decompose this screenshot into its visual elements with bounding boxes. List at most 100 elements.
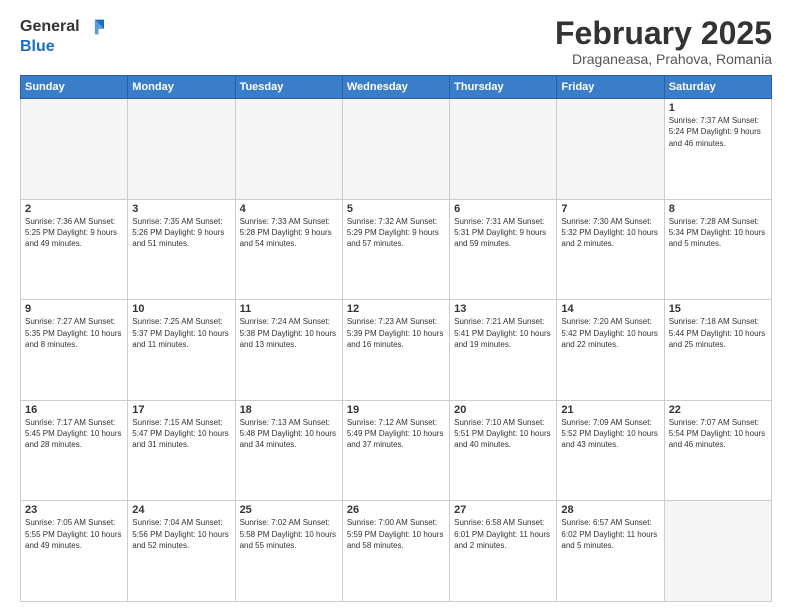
- day-info: Sunrise: 7:33 AM Sunset: 5:28 PM Dayligh…: [240, 216, 338, 250]
- calendar-cell: 25Sunrise: 7:02 AM Sunset: 5:58 PM Dayli…: [235, 501, 342, 602]
- logo-icon: [82, 16, 104, 38]
- calendar-cell: 2Sunrise: 7:36 AM Sunset: 5:25 PM Daylig…: [21, 199, 128, 300]
- day-info: Sunrise: 6:58 AM Sunset: 6:01 PM Dayligh…: [454, 517, 552, 551]
- calendar-cell: 10Sunrise: 7:25 AM Sunset: 5:37 PM Dayli…: [128, 300, 235, 401]
- day-number: 23: [25, 504, 123, 516]
- day-info: Sunrise: 7:09 AM Sunset: 5:52 PM Dayligh…: [561, 417, 659, 451]
- day-number: 8: [669, 203, 767, 215]
- header-sunday: Sunday: [21, 76, 128, 99]
- calendar-cell: 13Sunrise: 7:21 AM Sunset: 5:41 PM Dayli…: [450, 300, 557, 401]
- calendar-cell: 28Sunrise: 6:57 AM Sunset: 6:02 PM Dayli…: [557, 501, 664, 602]
- calendar-cell: 12Sunrise: 7:23 AM Sunset: 5:39 PM Dayli…: [342, 300, 449, 401]
- day-number: 21: [561, 404, 659, 416]
- day-number: 9: [25, 303, 123, 315]
- logo: General: [20, 16, 104, 38]
- day-number: 20: [454, 404, 552, 416]
- calendar-cell: 17Sunrise: 7:15 AM Sunset: 5:47 PM Dayli…: [128, 400, 235, 501]
- calendar-cell: [128, 99, 235, 200]
- calendar-cell: 6Sunrise: 7:31 AM Sunset: 5:31 PM Daylig…: [450, 199, 557, 300]
- day-info: Sunrise: 7:31 AM Sunset: 5:31 PM Dayligh…: [454, 216, 552, 250]
- day-number: 12: [347, 303, 445, 315]
- day-info: Sunrise: 7:20 AM Sunset: 5:42 PM Dayligh…: [561, 316, 659, 350]
- calendar-cell: 23Sunrise: 7:05 AM Sunset: 5:55 PM Dayli…: [21, 501, 128, 602]
- calendar-cell: 27Sunrise: 6:58 AM Sunset: 6:01 PM Dayli…: [450, 501, 557, 602]
- calendar-week-2: 9Sunrise: 7:27 AM Sunset: 5:35 PM Daylig…: [21, 300, 772, 401]
- day-number: 4: [240, 203, 338, 215]
- calendar-cell: 4Sunrise: 7:33 AM Sunset: 5:28 PM Daylig…: [235, 199, 342, 300]
- logo-blue: Blue: [20, 38, 55, 56]
- logo-general: General: [20, 18, 80, 36]
- day-info: Sunrise: 7:07 AM Sunset: 5:54 PM Dayligh…: [669, 417, 767, 451]
- calendar-cell: [664, 501, 771, 602]
- day-number: 15: [669, 303, 767, 315]
- day-number: 13: [454, 303, 552, 315]
- day-number: 18: [240, 404, 338, 416]
- calendar-cell: 24Sunrise: 7:04 AM Sunset: 5:56 PM Dayli…: [128, 501, 235, 602]
- day-info: Sunrise: 7:23 AM Sunset: 5:39 PM Dayligh…: [347, 316, 445, 350]
- calendar-cell: 19Sunrise: 7:12 AM Sunset: 5:49 PM Dayli…: [342, 400, 449, 501]
- calendar-cell: 5Sunrise: 7:32 AM Sunset: 5:29 PM Daylig…: [342, 199, 449, 300]
- day-info: Sunrise: 7:00 AM Sunset: 5:59 PM Dayligh…: [347, 517, 445, 551]
- day-number: 16: [25, 404, 123, 416]
- day-info: Sunrise: 7:21 AM Sunset: 5:41 PM Dayligh…: [454, 316, 552, 350]
- calendar-week-4: 23Sunrise: 7:05 AM Sunset: 5:55 PM Dayli…: [21, 501, 772, 602]
- day-info: Sunrise: 7:25 AM Sunset: 5:37 PM Dayligh…: [132, 316, 230, 350]
- day-number: 14: [561, 303, 659, 315]
- calendar-cell: [450, 99, 557, 200]
- day-info: Sunrise: 7:24 AM Sunset: 5:38 PM Dayligh…: [240, 316, 338, 350]
- day-number: 17: [132, 404, 230, 416]
- day-number: 27: [454, 504, 552, 516]
- day-number: 26: [347, 504, 445, 516]
- day-info: Sunrise: 7:05 AM Sunset: 5:55 PM Dayligh…: [25, 517, 123, 551]
- calendar-cell: 22Sunrise: 7:07 AM Sunset: 5:54 PM Dayli…: [664, 400, 771, 501]
- day-info: Sunrise: 7:18 AM Sunset: 5:44 PM Dayligh…: [669, 316, 767, 350]
- day-number: 11: [240, 303, 338, 315]
- day-number: 6: [454, 203, 552, 215]
- calendar-cell: 7Sunrise: 7:30 AM Sunset: 5:32 PM Daylig…: [557, 199, 664, 300]
- header: General Blue February 2025 Draganeasa, P…: [20, 16, 772, 67]
- calendar-cell: 14Sunrise: 7:20 AM Sunset: 5:42 PM Dayli…: [557, 300, 664, 401]
- day-info: Sunrise: 7:12 AM Sunset: 5:49 PM Dayligh…: [347, 417, 445, 451]
- calendar-cell: 8Sunrise: 7:28 AM Sunset: 5:34 PM Daylig…: [664, 199, 771, 300]
- day-info: Sunrise: 7:28 AM Sunset: 5:34 PM Dayligh…: [669, 216, 767, 250]
- day-info: Sunrise: 6:57 AM Sunset: 6:02 PM Dayligh…: [561, 517, 659, 551]
- weekday-header-row: Sunday Monday Tuesday Wednesday Thursday…: [21, 76, 772, 99]
- header-friday: Friday: [557, 76, 664, 99]
- header-tuesday: Tuesday: [235, 76, 342, 99]
- day-number: 28: [561, 504, 659, 516]
- calendar-cell: 21Sunrise: 7:09 AM Sunset: 5:52 PM Dayli…: [557, 400, 664, 501]
- header-wednesday: Wednesday: [342, 76, 449, 99]
- day-number: 24: [132, 504, 230, 516]
- calendar-cell: 1Sunrise: 7:37 AM Sunset: 5:24 PM Daylig…: [664, 99, 771, 200]
- header-saturday: Saturday: [664, 76, 771, 99]
- day-number: 3: [132, 203, 230, 215]
- day-number: 22: [669, 404, 767, 416]
- day-number: 10: [132, 303, 230, 315]
- header-monday: Monday: [128, 76, 235, 99]
- day-info: Sunrise: 7:15 AM Sunset: 5:47 PM Dayligh…: [132, 417, 230, 451]
- calendar-table: Sunday Monday Tuesday Wednesday Thursday…: [20, 75, 772, 602]
- day-info: Sunrise: 7:13 AM Sunset: 5:48 PM Dayligh…: [240, 417, 338, 451]
- logo-area: General Blue: [20, 16, 104, 56]
- day-info: Sunrise: 7:02 AM Sunset: 5:58 PM Dayligh…: [240, 517, 338, 551]
- day-info: Sunrise: 7:30 AM Sunset: 5:32 PM Dayligh…: [561, 216, 659, 250]
- calendar-cell: 18Sunrise: 7:13 AM Sunset: 5:48 PM Dayli…: [235, 400, 342, 501]
- calendar-cell: [21, 99, 128, 200]
- calendar-cell: 16Sunrise: 7:17 AM Sunset: 5:45 PM Dayli…: [21, 400, 128, 501]
- calendar-cell: [557, 99, 664, 200]
- day-info: Sunrise: 7:27 AM Sunset: 5:35 PM Dayligh…: [25, 316, 123, 350]
- day-info: Sunrise: 7:36 AM Sunset: 5:25 PM Dayligh…: [25, 216, 123, 250]
- page: General Blue February 2025 Draganeasa, P…: [0, 0, 792, 612]
- calendar-week-0: 1Sunrise: 7:37 AM Sunset: 5:24 PM Daylig…: [21, 99, 772, 200]
- day-info: Sunrise: 7:32 AM Sunset: 5:29 PM Dayligh…: [347, 216, 445, 250]
- calendar-cell: 11Sunrise: 7:24 AM Sunset: 5:38 PM Dayli…: [235, 300, 342, 401]
- calendar-cell: [235, 99, 342, 200]
- calendar-cell: 15Sunrise: 7:18 AM Sunset: 5:44 PM Dayli…: [664, 300, 771, 401]
- header-thursday: Thursday: [450, 76, 557, 99]
- calendar-week-3: 16Sunrise: 7:17 AM Sunset: 5:45 PM Dayli…: [21, 400, 772, 501]
- day-number: 25: [240, 504, 338, 516]
- day-number: 5: [347, 203, 445, 215]
- calendar-week-1: 2Sunrise: 7:36 AM Sunset: 5:25 PM Daylig…: [21, 199, 772, 300]
- day-info: Sunrise: 7:37 AM Sunset: 5:24 PM Dayligh…: [669, 115, 767, 149]
- day-number: 2: [25, 203, 123, 215]
